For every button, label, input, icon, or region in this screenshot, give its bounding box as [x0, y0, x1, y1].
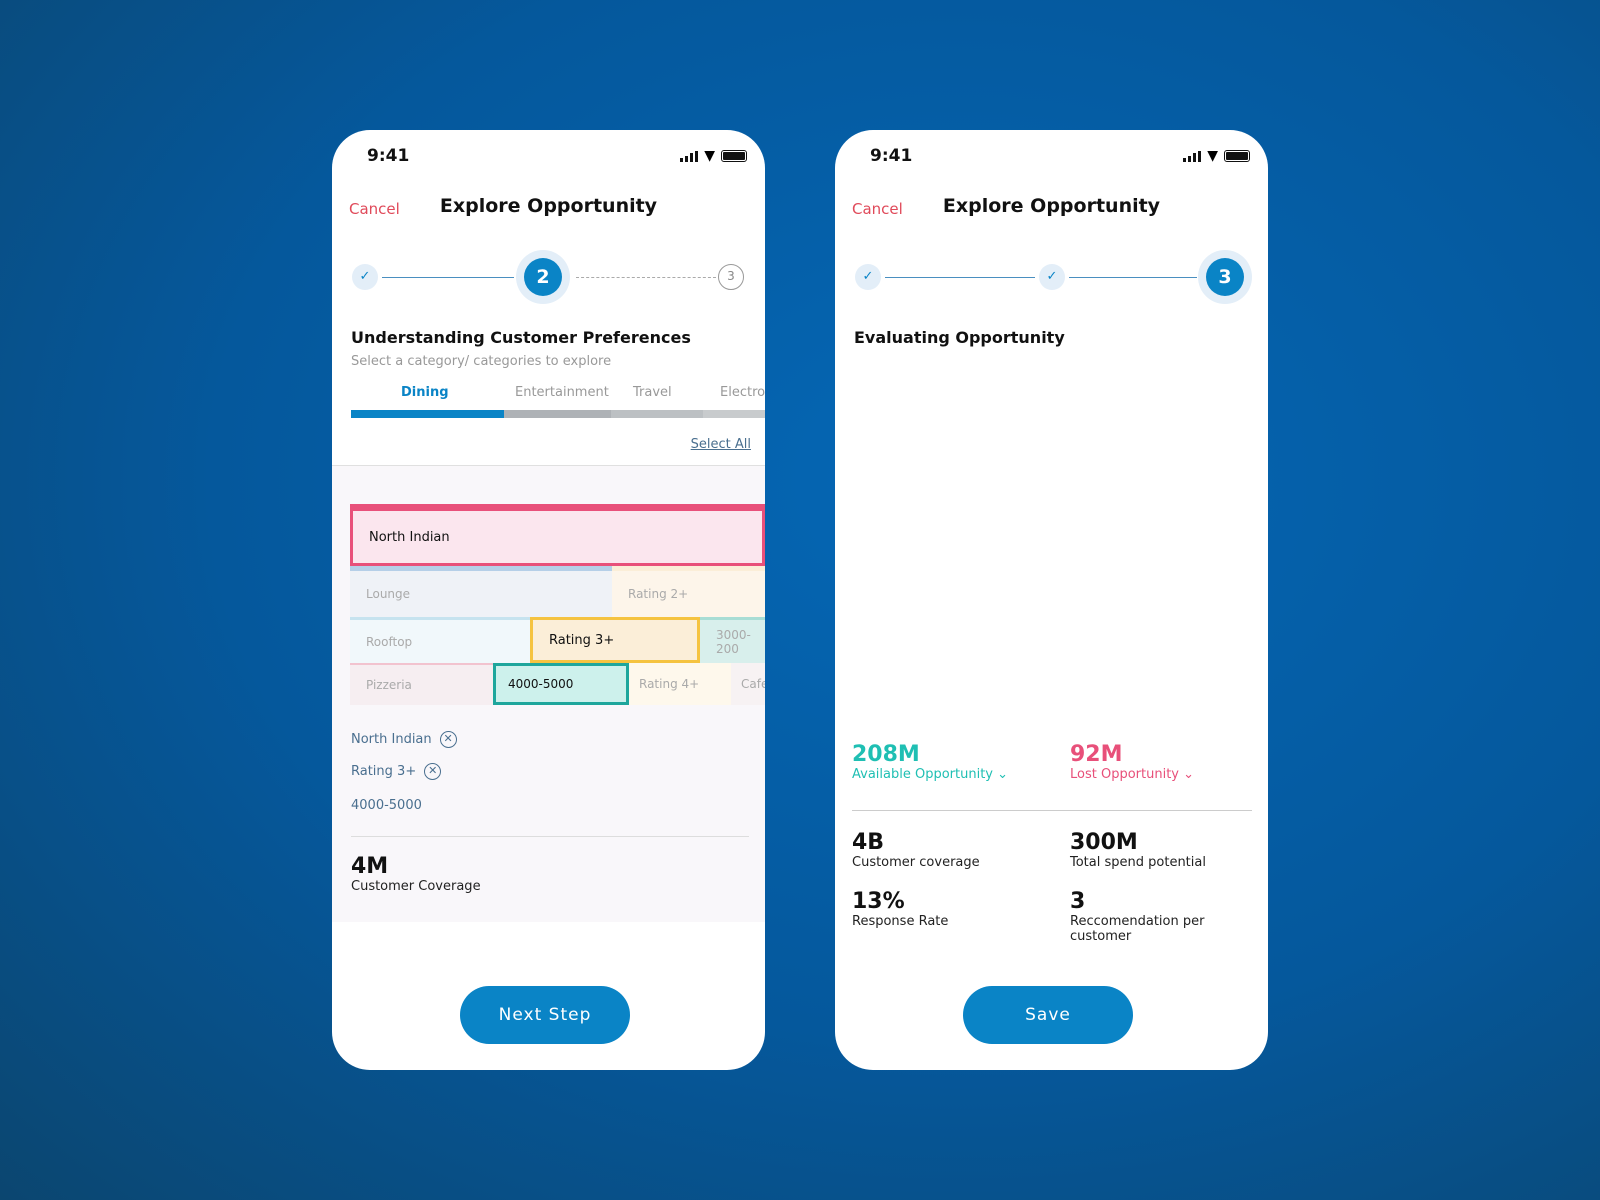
metric-value: 4M — [351, 854, 389, 879]
status-icons: ▼ — [1183, 148, 1250, 164]
save-button[interactable]: Save — [963, 986, 1133, 1044]
customer-coverage-metric: 4M Customer Coverage — [351, 854, 481, 894]
metric-value: 13% — [852, 889, 905, 914]
page-title: Explore Opportunity — [942, 195, 1161, 217]
chip-label: Rating 3+ — [351, 764, 417, 779]
cell-pizzeria[interactable]: Pizzeria — [350, 663, 493, 705]
cell-3000-2000[interactable]: 3000-200 — [700, 617, 765, 663]
selection-panel: North Indian Lounge Rating 2+ Rooftop Ra… — [332, 465, 765, 922]
metric-label: Customer coverage — [852, 855, 980, 870]
signal-icon — [1183, 150, 1202, 162]
phone-screen-step-3: 9:41 ▼ Cancel Explore Opportunity ✓ ✓ 3 … — [835, 130, 1268, 1070]
signal-icon — [680, 150, 699, 162]
wifi-icon: ▼ — [1207, 148, 1218, 164]
tab-bar — [703, 410, 765, 418]
step-line — [382, 277, 514, 278]
cell-north-indian[interactable]: North Indian — [350, 504, 765, 566]
battery-icon — [721, 150, 747, 162]
metric-label: Customer Coverage — [351, 879, 481, 894]
metric-label: Reccomendation per customer — [1070, 914, 1205, 944]
metric-total-spend: 300M Total spend potential — [1070, 830, 1206, 870]
step-line — [885, 277, 1035, 278]
selected-chip: North Indian ✕ — [351, 731, 457, 748]
lost-opportunity[interactable]: 92M Lost Opportunity ⌄ — [1070, 742, 1194, 782]
step-number: 2 — [524, 258, 562, 296]
metric-customer-coverage: 4B Customer coverage — [852, 830, 980, 870]
phone-screen-step-2: 9:41 ▼ Cancel Explore Opportunity ✓ 2 3 … — [332, 130, 765, 1070]
next-step-button[interactable]: Next Step — [460, 986, 630, 1044]
metric-value: 300M — [1070, 830, 1138, 855]
metric-value: 3 — [1070, 889, 1086, 914]
cell-rooftop[interactable]: Rooftop — [350, 617, 530, 663]
chevron-down-icon[interactable]: ⌄ — [997, 767, 1008, 782]
step-2-done-check-icon: ✓ — [1039, 264, 1065, 290]
status-icons: ▼ — [680, 148, 747, 164]
step-number: 3 — [1206, 258, 1244, 296]
cell-4000-5000[interactable]: 4000-5000 — [493, 663, 629, 705]
wifi-icon: ▼ — [704, 148, 715, 164]
tab-entertainment[interactable]: Entertainment — [515, 385, 609, 400]
tab-travel[interactable]: Travel — [633, 385, 672, 400]
cell-rating-4[interactable]: Rating 4+ — [629, 663, 731, 705]
chevron-down-icon[interactable]: ⌄ — [1183, 767, 1194, 782]
metric-value: 92M — [1070, 742, 1123, 767]
tab-bar — [504, 410, 611, 418]
selected-chip: 4000-5000 — [351, 798, 422, 813]
step-1-done-check-icon: ✓ — [855, 264, 881, 290]
tab-indicator-active — [351, 410, 504, 418]
status-time: 9:41 — [870, 146, 913, 166]
remove-close-icon[interactable]: ✕ — [424, 763, 442, 780]
cell-rating-3[interactable]: Rating 3+ — [530, 617, 700, 663]
step-3-current: 3 — [1198, 250, 1252, 304]
step-line-pending — [576, 277, 716, 278]
section-subheading: Select a category/ categories to explore — [351, 354, 612, 369]
status-time: 9:41 — [367, 146, 410, 166]
tab-bar — [611, 410, 703, 418]
metric-value: 4B — [852, 830, 885, 855]
chip-label: 4000-5000 — [351, 798, 422, 813]
cell-lounge[interactable]: Lounge — [350, 566, 612, 617]
divider — [351, 836, 749, 837]
metric-response-rate: 13% Response Rate — [852, 889, 948, 929]
divider — [852, 810, 1252, 811]
metric-label: Response Rate — [852, 914, 949, 929]
step-2-current: 2 — [516, 250, 570, 304]
tab-electronics[interactable]: Electro — [720, 385, 765, 400]
section-heading: Evaluating Opportunity — [854, 328, 1065, 347]
available-opportunity[interactable]: 208M Available Opportunity ⌄ — [852, 742, 1008, 782]
selected-chip: Rating 3+ ✕ — [351, 763, 442, 780]
cell-cafe[interactable]: Cafe — [731, 663, 765, 705]
metric-label: Lost Opportunity — [1070, 767, 1179, 782]
metric-label: Available Opportunity — [852, 767, 993, 782]
tab-dining[interactable]: Dining — [401, 385, 449, 400]
metric-recommendations: 3 Reccomendation per customer — [1070, 889, 1230, 944]
select-all-link[interactable]: Select All — [691, 437, 751, 452]
chip-label: North Indian — [351, 732, 432, 747]
battery-icon — [1224, 150, 1250, 162]
cell-rating-2[interactable]: Rating 2+ — [612, 566, 765, 617]
page-title: Explore Opportunity — [439, 195, 658, 217]
category-tabs: Dining Entertainment Travel Electro — [351, 385, 765, 425]
stepper: ✓ 2 3 — [352, 248, 749, 308]
step-1-done-check-icon: ✓ — [352, 264, 378, 290]
stepper: ✓ ✓ 3 — [855, 248, 1252, 308]
remove-close-icon[interactable]: ✕ — [439, 731, 457, 748]
step-3-pending: 3 — [718, 264, 744, 290]
section-heading: Understanding Customer Preferences — [351, 328, 691, 347]
step-line — [1069, 277, 1197, 278]
metric-label: Total spend potential — [1070, 855, 1206, 870]
metric-value: 208M — [852, 742, 920, 767]
